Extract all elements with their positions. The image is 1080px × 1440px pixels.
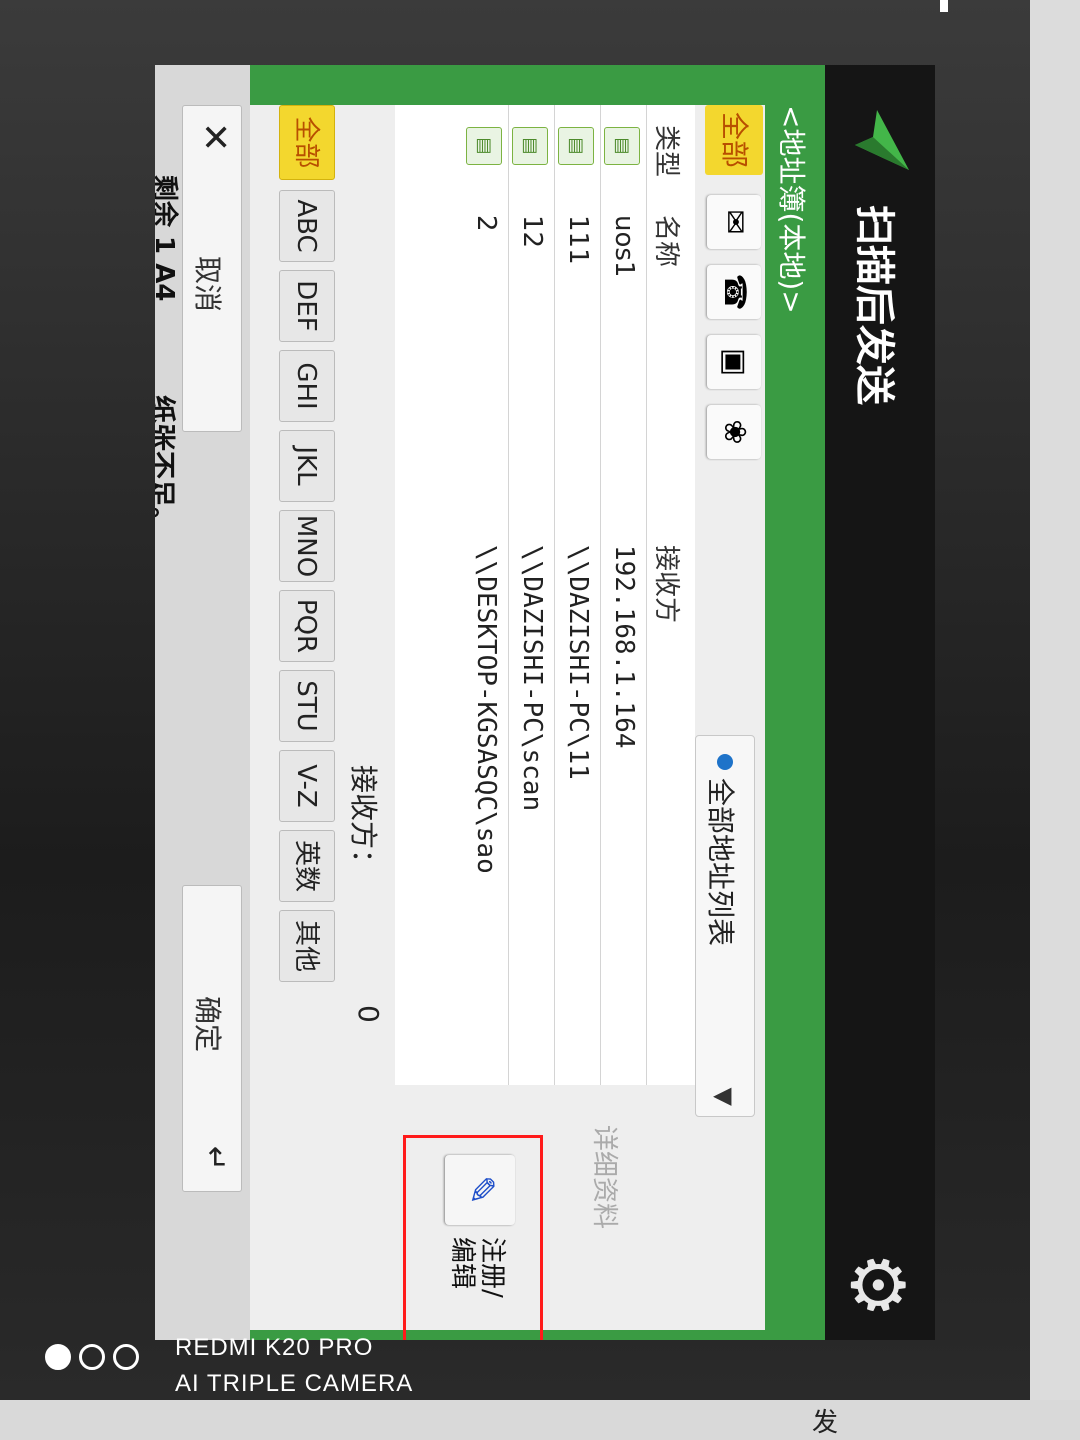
col-recipient: 接收方	[651, 545, 681, 624]
camera-watermark: REDMI K20 PRO AI TRIPLE CAMERA	[45, 1330, 465, 1410]
close-icon: ✕	[194, 122, 235, 153]
enter-icon: ↵	[198, 1145, 233, 1171]
paper-remaining: 剩余 1 A4	[155, 175, 179, 302]
bezel-mark	[940, 0, 948, 12]
row-name: 2	[471, 215, 501, 232]
letter-tab-abc[interactable]: ABC	[279, 190, 335, 262]
row-recipient: \\DAZISHI-PC\scan	[517, 545, 547, 812]
row-name: uos1	[609, 215, 639, 278]
address-list-dropdown[interactable]: 全部地址列表 ▼	[695, 735, 755, 1117]
row-recipient: 192.168.1.164	[609, 545, 639, 749]
letter-tab-pqr[interactable]: PQR	[279, 590, 335, 662]
filter-all-button[interactable]: 全部	[705, 105, 763, 175]
letter-tab-jkl[interactable]: JKL	[279, 430, 335, 502]
bezel-edge	[1030, 0, 1080, 1440]
table-row[interactable]: ▤ 12 \\DAZISHI-PC\scan	[508, 105, 555, 1085]
ok-button[interactable]: 确定 ↵	[182, 885, 242, 1192]
row-recipient: \\DAZISHI-PC\11	[563, 545, 593, 780]
recipient-count-value: 0	[352, 1005, 385, 1023]
title-bar: 扫描后发送 ⚙	[825, 65, 935, 1340]
recipient-count-label: 接收方：	[347, 765, 380, 878]
row-name: 111	[563, 215, 593, 265]
letter-tab-vz[interactable]: V-Z	[279, 750, 335, 822]
folder-icon: ▤	[604, 127, 640, 165]
dropdown-value: 全部地址列表	[704, 778, 737, 947]
chevron-down-icon: ▼	[710, 1087, 738, 1106]
fax-type-icon[interactable]: ☎	[707, 265, 761, 319]
letter-tab-def[interactable]: DEF	[279, 270, 335, 342]
cancel-button[interactable]: ✕ 取消	[182, 105, 242, 432]
side-text: 发	[812, 1408, 839, 1438]
letter-tab-alnum[interactable]: 英数	[279, 830, 335, 902]
printer-screen: 扫描后发送 ⚙ <地址簿(本地)> 全部 ✉ ☎ ▣ ❀ 全部地址列表 ▼ 详细…	[155, 65, 935, 1340]
watermark-dots-icon	[45, 1344, 147, 1374]
watermark-model: REDMI K20 PRO	[175, 1334, 374, 1361]
row-recipient: \\DESKTOP-KGSASQC\sao	[471, 545, 501, 874]
row-name: 12	[517, 215, 547, 249]
letter-tab-all[interactable]: 全部	[279, 105, 335, 180]
address-table: 类型 名称 接收方 ▤ uos1 192.168.1.164 ▤ 111 \\D…	[395, 105, 695, 1085]
detail-button[interactable]: 详细资料	[570, 1125, 625, 1305]
watermark-camera: AI TRIPLE CAMERA	[175, 1370, 414, 1397]
list-dot-icon	[717, 754, 733, 770]
col-type: 类型	[651, 125, 681, 178]
table-row[interactable]: ▤ 111 \\DAZISHI-PC\11	[554, 105, 601, 1085]
letter-filter-bar: 全部 ABC DEF GHI JKL MNO PQR STU V-Z 英数 其他	[275, 105, 335, 1105]
main-content: <地址簿(本地)> 全部 ✉ ☎ ▣ ❀ 全部地址列表 ▼ 详细资料 ✎ 注册/…	[250, 65, 825, 1340]
ok-label: 确定	[191, 996, 224, 1053]
page-title: 扫描后发送	[851, 205, 897, 405]
highlight-box	[403, 1135, 543, 1340]
table-row[interactable]: ▤ 2 \\DESKTOP-KGSASQC\sao	[462, 105, 509, 1085]
gear-icon[interactable]: ⚙	[834, 1245, 920, 1325]
group-type-icon[interactable]: ❀	[707, 405, 761, 459]
folder-icon: ▤	[558, 127, 594, 165]
letter-tab-other[interactable]: 其他	[279, 910, 335, 982]
letter-tab-mno[interactable]: MNO	[279, 510, 335, 582]
letter-tab-ghi[interactable]: GHI	[279, 350, 335, 422]
folder-icon: ▤	[466, 127, 502, 165]
letter-tab-stu[interactable]: STU	[279, 670, 335, 742]
send-plane-icon	[855, 110, 909, 170]
table-row[interactable]: ▤ uos1 192.168.1.164	[600, 105, 647, 1085]
folder-icon: ▤	[512, 127, 548, 165]
address-panel: 全部 ✉ ☎ ▣ ❀ 全部地址列表 ▼ 详细资料 ✎ 注册/编辑 类型 名称 接…	[250, 105, 765, 1340]
status-message: 纸张不足。	[155, 395, 178, 536]
folder-type-icon[interactable]: ▣	[707, 335, 761, 389]
cancel-label: 取消	[191, 256, 224, 313]
address-book-subtitle: <地址簿(本地)>	[775, 105, 808, 314]
email-type-icon[interactable]: ✉	[707, 195, 761, 249]
col-name: 名称	[651, 215, 681, 268]
